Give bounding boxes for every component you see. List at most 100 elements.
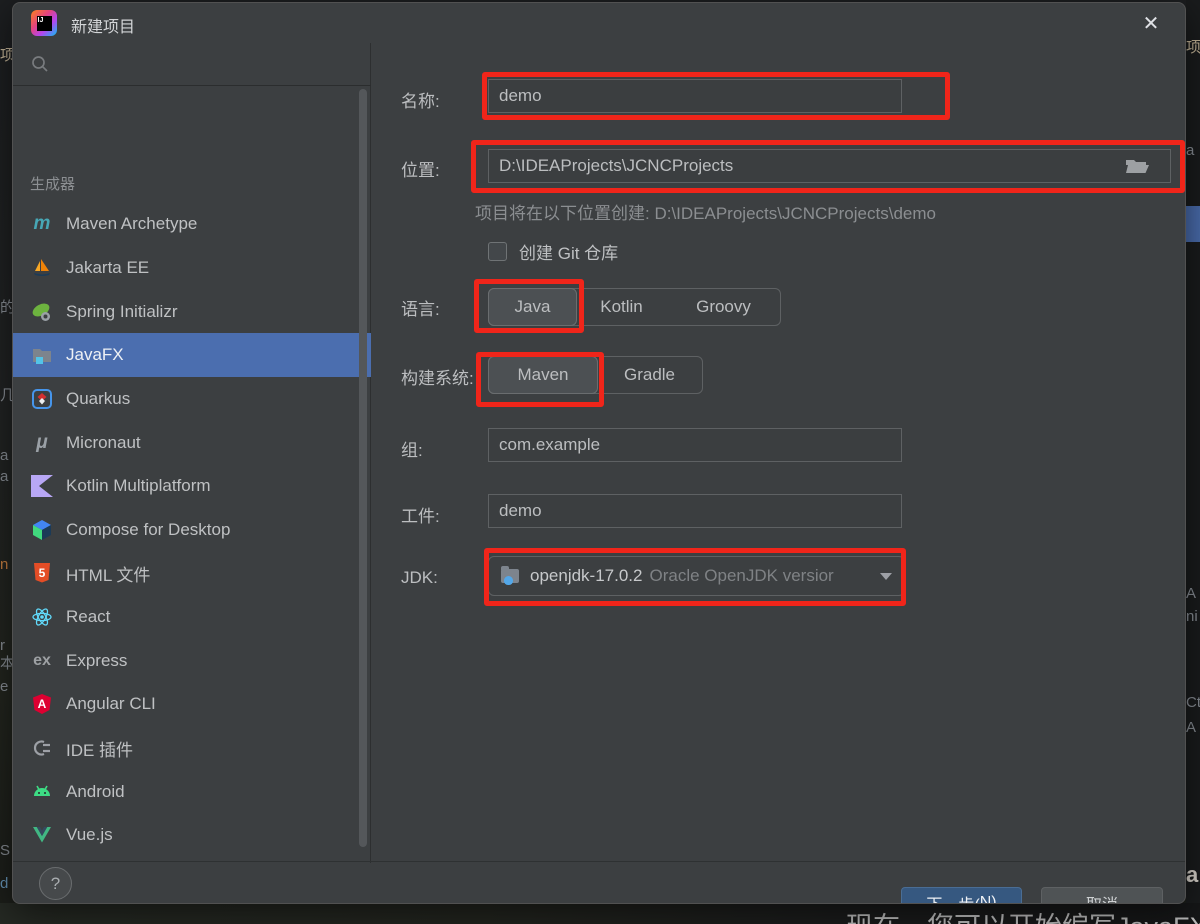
sidebar-scrollbar[interactable] [359, 89, 367, 847]
group-input[interactable] [488, 428, 902, 462]
sidebar-item-express[interactable]: ex Express [13, 639, 371, 683]
build-system-label: 构建系统: [401, 364, 474, 389]
jdk-dropdown[interactable]: openjdk-17.0.2 Oracle OpenJDK versior [488, 556, 905, 596]
react-icon [31, 606, 53, 628]
html5-icon: 5 [31, 562, 53, 584]
sidebar-item-label: HTML 文件 [66, 561, 150, 586]
sidebar-item-label: Quarkus [66, 389, 130, 409]
new-project-form: 名称: 位置: 项目将在以下位置创建: D:\IDEAProjects\JCNC… [372, 43, 1186, 863]
background-bottom-strip: 现在，您可以开始编写JavaFX应用程序 [0, 903, 1200, 924]
spring-initializr-icon [31, 301, 53, 323]
artifact-label: 工件: [401, 502, 440, 527]
sidebar-item-html-file[interactable]: 5 HTML 文件 [13, 551, 371, 595]
bg-fragment: A [1186, 585, 1196, 602]
bg-fragment: 几 [0, 384, 12, 405]
sidebar-item-label: JavaFX [66, 345, 124, 365]
sidebar-item-kotlin-multiplatform[interactable]: Kotlin Multiplatform [13, 464, 371, 508]
git-repo-row[interactable]: 创建 Git 仓库 [488, 239, 618, 264]
bg-fragment: S [0, 842, 10, 859]
sidebar-item-label: Kotlin Multiplatform [66, 476, 211, 496]
vuejs-icon [31, 824, 53, 846]
sidebar-item-react[interactable]: React [13, 595, 371, 639]
background-right-strip: 项 a A ni Ct A a [1186, 0, 1200, 924]
language-option-java[interactable]: Java [488, 288, 577, 326]
sidebar-item-micronaut[interactable]: μ Micronaut [13, 421, 371, 465]
sidebar-item-ide-plugin[interactable]: IDE 插件 [13, 726, 371, 770]
sidebar-item-quarkus[interactable]: Quarkus [13, 377, 371, 421]
build-option-maven[interactable]: Maven [488, 356, 598, 394]
generators-sidebar: ... 生成器 m Maven Archetype Jakarta EE [13, 43, 371, 863]
jdk-folder-icon [501, 567, 521, 585]
bg-fragment: 项 [1186, 36, 1200, 57]
cancel-button[interactable]: 取消 [1041, 887, 1163, 904]
close-icon[interactable]: ✕ [1137, 9, 1165, 37]
sidebar-item-maven-archetype[interactable]: m Maven Archetype [13, 202, 371, 246]
bg-fragment: e [0, 678, 8, 695]
jdk-label: JDK: [401, 568, 438, 588]
sidebar-item-vuejs[interactable]: Vue.js [13, 813, 371, 857]
sidebar-item-label: Express [66, 651, 127, 671]
sidebar-item-label: React [66, 607, 110, 627]
svg-text:A: A [38, 697, 47, 711]
language-option-groovy[interactable]: Groovy [667, 289, 780, 325]
next-button-mnemonic: N [980, 894, 992, 904]
bg-fragment: a [0, 468, 8, 485]
angular-icon: A [31, 693, 53, 715]
sidebar-item-label: Vue.js [66, 825, 113, 845]
next-button[interactable]: 下一步(N) [901, 887, 1022, 904]
bg-fragment: a [1186, 862, 1198, 888]
git-repo-checkbox[interactable] [488, 242, 507, 261]
intellij-logo-icon: IJ [31, 10, 57, 36]
sidebar-item-label: Micronaut [66, 433, 141, 453]
help-button[interactable]: ? [39, 867, 72, 900]
bg-fragment: 的 [0, 296, 12, 317]
sidebar-item-label: Jakarta EE [66, 258, 149, 278]
new-project-dialog: IJ 新建项目 ✕ ... 生成器 m Maven Archetype [12, 2, 1186, 904]
group-label: 组: [401, 436, 423, 461]
bg-fragment: A [1186, 719, 1196, 736]
dialog-title: 新建项目 [71, 13, 135, 37]
language-segmented-control: Java Kotlin Groovy [488, 288, 781, 326]
clipped-list-item: ... [66, 87, 80, 94]
location-label: 位置: [401, 156, 440, 181]
build-option-gradle[interactable]: Gradle [597, 357, 702, 393]
name-label: 名称: [401, 87, 440, 112]
location-input[interactable] [488, 149, 1171, 183]
generator-list: ... 生成器 m Maven Archetype Jakarta EE [13, 87, 371, 863]
sidebar-item-label: Compose for Desktop [66, 520, 230, 540]
search-box[interactable] [13, 43, 371, 86]
compose-icon [31, 519, 53, 541]
sidebar-item-angular-cli[interactable]: A Angular CLI [13, 682, 371, 726]
bg-selection-sliver [1186, 206, 1200, 242]
dialog-titlebar[interactable]: IJ 新建项目 ✕ [13, 3, 1185, 43]
language-option-kotlin[interactable]: Kotlin [576, 289, 667, 325]
screenshot-root: 项 的 几 a a n r 本 e S d 项 a A ni Ct A a 现在… [0, 0, 1200, 924]
sidebar-item-compose-for-desktop[interactable]: Compose for Desktop [13, 508, 371, 552]
dialog-footer: ? 下一步(N) 取消 [13, 861, 1185, 903]
sidebar-item-android[interactable]: Android [13, 770, 371, 814]
bg-fragment: ni [1186, 608, 1198, 625]
sidebar-item-spring-initializr[interactable]: Spring Initializr [13, 290, 371, 334]
bg-fragment: n [0, 556, 8, 573]
maven-icon: m [31, 213, 53, 235]
language-label: 语言: [401, 295, 440, 320]
name-input[interactable] [488, 79, 902, 113]
sidebar-item-label: Angular CLI [66, 694, 156, 714]
bg-fragment: Ct [1186, 694, 1200, 711]
build-system-segmented-control: Maven Gradle [488, 356, 703, 394]
bg-fragment: a [0, 447, 8, 464]
section-label-generators: 生成器 [30, 173, 75, 194]
sidebar-item-label: Spring Initializr [66, 302, 178, 322]
sidebar-item-label: IDE 插件 [66, 736, 133, 761]
background-left-strip: 项 的 几 a a n r 本 e S d [0, 0, 12, 924]
search-input[interactable] [59, 55, 349, 73]
artifact-input[interactable] [488, 494, 902, 528]
jakarta-ee-icon [31, 257, 53, 279]
sidebar-item-jakarta-ee[interactable]: Jakarta EE [13, 246, 371, 290]
sidebar-item-javafx[interactable]: JavaFX [13, 333, 371, 377]
location-hint: 项目将在以下位置创建: D:\IDEAProjects\JCNCProjects… [475, 199, 936, 224]
svg-text:5: 5 [39, 566, 46, 580]
browse-folder-icon[interactable] [1124, 155, 1150, 177]
background-clipped-text: 现在，您可以开始编写JavaFX应用程序 [846, 905, 1200, 924]
express-icon: ex [31, 650, 53, 672]
